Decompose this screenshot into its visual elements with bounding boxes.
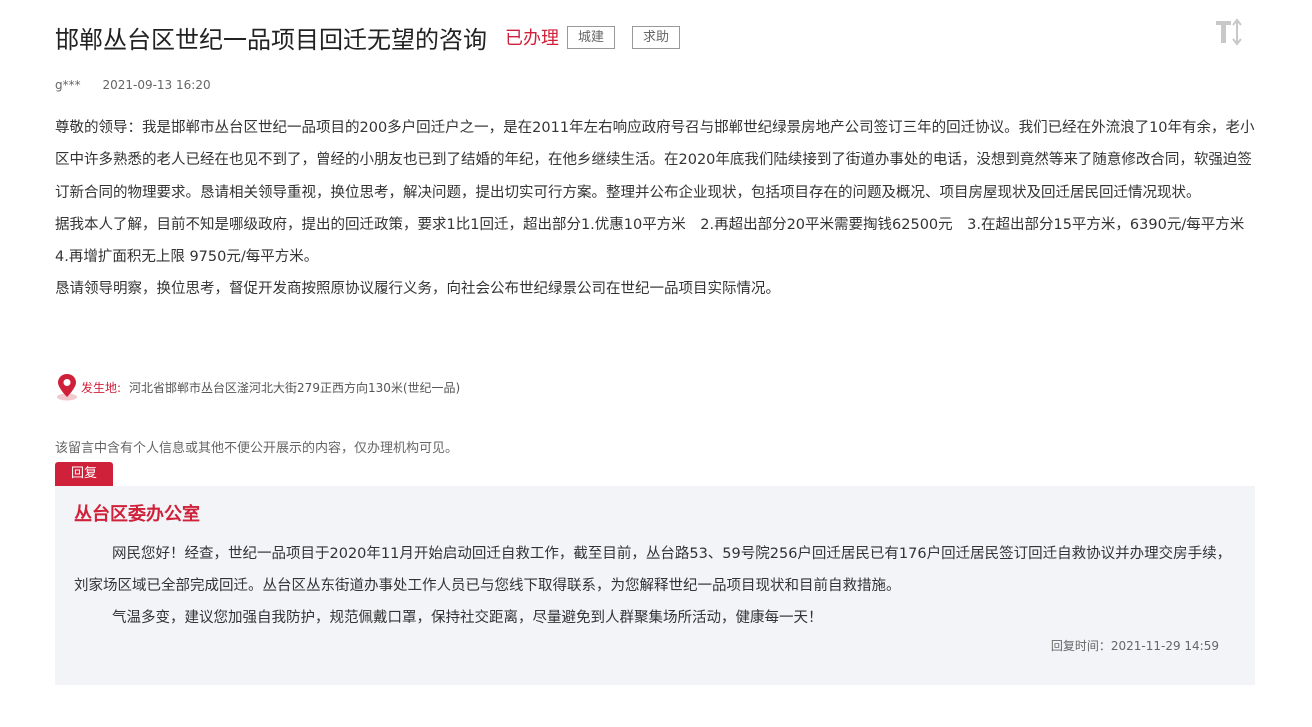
author-name: g*** — [55, 78, 81, 92]
message-meta: g*** 2021-09-13 16:20 — [55, 78, 211, 92]
reply-tab: 回复 — [55, 462, 113, 486]
font-size-toggle-icon[interactable] — [1213, 16, 1245, 48]
post-time: 2021-09-13 16:20 — [102, 78, 211, 92]
reply-paragraph: 气温多变，建议您加强自我防护，规范佩戴口罩，保持社交距离，尽量避免到人群聚集场所… — [112, 610, 823, 626]
reply-organization: 丛台区委办公室 — [74, 504, 200, 525]
location-row: 发生地: 河北省邯郸市丛台区滏河北大街279正西方向130米(世纪一品) — [55, 372, 460, 402]
content-paragraph: 恳请领导明察，换位思考，督促开发商按照原协议履行义务，向社会公布世纪绿景公司在世… — [55, 281, 780, 298]
privacy-note: 该留言中含有个人信息或其他不便公开展示的内容，仅办理机构可见。 — [55, 441, 459, 456]
reply-time: 回复时间：2021-11-29 14:59 — [1050, 639, 1219, 653]
message-content: 尊敬的领导：我是邯郸市丛台区世纪一品项目的200多户回迁户之一，是在2011年左… — [55, 112, 1260, 306]
content-paragraph: 尊敬的领导：我是邯郸市丛台区世纪一品项目的200多户回迁户之一，是在2011年左… — [55, 120, 1255, 201]
status-badge: 已办理 — [505, 28, 559, 49]
tag-chengjian[interactable]: 城建 — [567, 25, 616, 49]
location-label: 发生地: — [81, 380, 122, 395]
reply-box: 丛台区委办公室 网民您好！经查，世纪一品项目于2020年11月开始启动回迁自救工… — [55, 486, 1255, 685]
location-pin-icon — [57, 374, 77, 401]
reply-content: 网民您好！经查，世纪一品项目于2020年11月开始启动回迁自救工作，截至目前，丛… — [74, 538, 1239, 634]
location-value: 河北省邯郸市丛台区滏河北大街279正西方向130米(世纪一品) — [129, 380, 461, 395]
page-title: 邯郸丛台区世纪一品项目回迁无望的咨询 — [55, 25, 487, 54]
tag-qiuzhu[interactable]: 求助 — [632, 25, 681, 49]
reply-paragraph: 网民您好！经查，世纪一品项目于2020年11月开始启动回迁自救工作，截至目前，丛… — [74, 546, 1232, 594]
content-paragraph: 据我本人了解，目前不知是哪级政府，提出的回迁政策，要求1比1回迁，超出部分1.优… — [55, 216, 1245, 266]
title-row: 邯郸丛台区世纪一品项目回迁无望的咨询 已办理 城建 求助 — [55, 20, 681, 54]
